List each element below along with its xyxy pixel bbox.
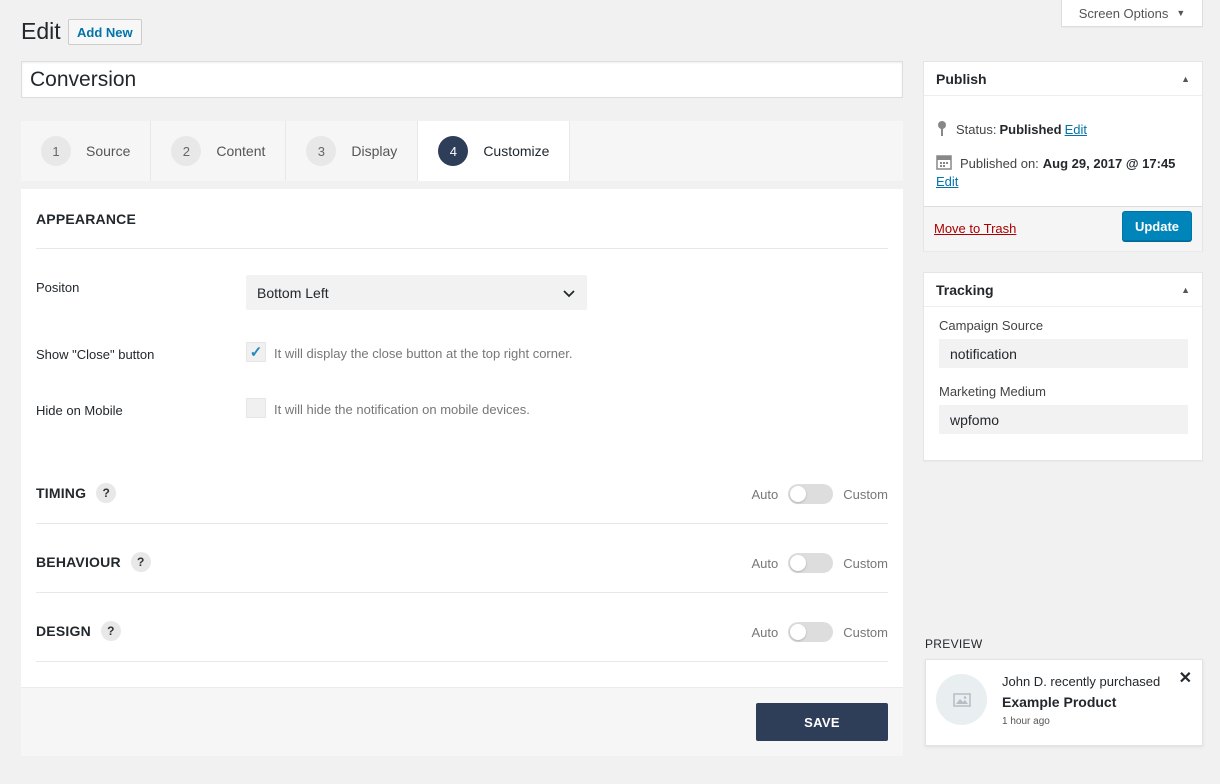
published-on-edit-link[interactable]: Edit — [936, 174, 958, 189]
toggle-custom-label: Custom — [843, 486, 888, 502]
behaviour-toggle-row: Auto Custom — [751, 553, 888, 573]
close-icon[interactable]: ✕ — [1179, 668, 1192, 688]
step-number: 2 — [171, 136, 202, 166]
calendar-icon — [936, 154, 952, 173]
add-new-button[interactable]: Add New — [68, 19, 142, 45]
status-edit-link[interactable]: Edit — [1065, 122, 1087, 137]
position-label: Positon — [36, 280, 80, 295]
position-select[interactable]: Bottom Left — [246, 275, 587, 310]
tab-display[interactable]: 3 Display — [286, 121, 419, 181]
marketing-medium-label: Marketing Medium — [939, 384, 1046, 399]
panel-footer: SAVE — [21, 687, 903, 756]
tab-label: Customize — [483, 143, 550, 159]
campaign-source-input[interactable]: notification — [939, 339, 1188, 368]
toggle-auto-label: Auto — [751, 555, 779, 571]
hide-mobile-label: Hide on Mobile — [36, 403, 123, 418]
pin-icon — [936, 120, 948, 139]
screen-options-button[interactable]: Screen Options ▼ — [1061, 0, 1203, 27]
show-close-checkbox[interactable]: ✓ — [246, 342, 266, 362]
step-number: 1 — [41, 136, 71, 166]
tracking-box-header[interactable]: Tracking ▲ — [924, 273, 1202, 307]
publish-title: Publish — [936, 70, 987, 87]
marketing-medium-input[interactable]: wpfomo — [939, 405, 1188, 434]
notification-line1: John D. recently purchased — [1002, 674, 1161, 689]
design-toggle[interactable] — [788, 622, 834, 642]
tab-label: Content — [216, 143, 266, 159]
divider — [36, 523, 888, 524]
triangle-up-icon[interactable]: ▲ — [1181, 74, 1190, 84]
status-row: Status: Published Edit — [936, 120, 1087, 139]
publish-box-header[interactable]: Publish ▲ — [924, 62, 1202, 96]
tab-label: Source — [86, 143, 131, 159]
published-on-value: Aug 29, 2017 @ 17:45 — [1042, 156, 1176, 171]
section-title: TIMING — [36, 485, 87, 501]
campaign-source-label: Campaign Source — [939, 318, 1044, 333]
hide-mobile-checkbox[interactable] — [246, 398, 266, 418]
tracking-box: Tracking ▲ Campaign Source notification … — [923, 272, 1203, 461]
toggle-knob — [790, 486, 807, 502]
move-to-trash-link[interactable]: Move to Trash — [934, 221, 1016, 236]
divider — [36, 592, 888, 593]
notification-preview: John D. recently purchased Example Produ… — [925, 659, 1203, 746]
publish-actions: Move to Trash Update — [924, 206, 1202, 251]
divider — [36, 661, 888, 662]
tracking-title: Tracking — [936, 281, 994, 298]
design-heading: DESIGN ? — [36, 621, 121, 641]
published-on-label: Published on: — [960, 156, 1039, 171]
status-value: Published — [999, 122, 1062, 137]
timing-heading: TIMING ? — [36, 483, 117, 503]
toggle-custom-label: Custom — [843, 624, 888, 640]
customize-panel: APPEARANCE Positon Bottom Left Show "Clo… — [21, 189, 903, 756]
tab-content[interactable]: 2 Content — [151, 121, 287, 181]
notification-product: Example Product — [1002, 694, 1117, 710]
post-title-input[interactable]: Conversion — [21, 61, 903, 98]
triangle-up-icon[interactable]: ▲ — [1181, 285, 1190, 295]
toggle-knob — [790, 555, 807, 571]
published-on-row: Published on: Aug 29, 2017 @ 17:45 — [936, 154, 1175, 173]
behaviour-heading: BEHAVIOUR ? — [36, 552, 151, 572]
close-button-label: Show "Close" button — [36, 347, 155, 362]
hide-mobile-description: It will hide the notification on mobile … — [274, 402, 530, 417]
check-icon: ✓ — [249, 344, 263, 361]
step-number: 3 — [306, 136, 337, 166]
toggle-auto-label: Auto — [751, 624, 779, 640]
screen-options-label: Screen Options — [1078, 5, 1169, 21]
behaviour-toggle[interactable] — [788, 553, 834, 573]
step-number: 4 — [438, 136, 469, 166]
section-title: BEHAVIOUR — [36, 554, 121, 570]
divider — [36, 248, 888, 249]
timing-toggle[interactable] — [788, 484, 834, 504]
timing-toggle-row: Auto Custom — [751, 484, 888, 504]
save-button[interactable]: SAVE — [756, 703, 888, 741]
tab-source[interactable]: 1 Source — [21, 121, 152, 181]
page-title: Edit — [21, 18, 61, 44]
chevron-down-icon — [563, 285, 575, 301]
help-icon[interactable]: ? — [96, 483, 117, 503]
help-icon[interactable]: ? — [100, 621, 121, 641]
preview-label: PREVIEW — [925, 637, 983, 651]
section-title: DESIGN — [36, 623, 91, 639]
position-select-value: Bottom Left — [257, 284, 329, 301]
step-tabs: 1 Source 2 Content 3 Display 4 Customize — [21, 121, 903, 181]
publish-box: Publish ▲ Status: Published Edit Publish… — [923, 61, 1203, 251]
close-button-description: It will display the close button at the … — [274, 346, 573, 361]
status-label: Status: — [956, 122, 997, 137]
caret-down-icon: ▼ — [1176, 8, 1186, 18]
help-icon[interactable]: ? — [130, 552, 151, 572]
tab-label: Display — [351, 143, 398, 159]
update-button[interactable]: Update — [1122, 211, 1192, 241]
toggle-custom-label: Custom — [843, 555, 888, 571]
notification-time: 1 hour ago — [1002, 716, 1050, 727]
toggle-auto-label: Auto — [751, 486, 779, 502]
design-toggle-row: Auto Custom — [751, 622, 888, 642]
appearance-heading: APPEARANCE — [36, 211, 137, 227]
image-placeholder-icon — [936, 674, 987, 725]
toggle-knob — [790, 624, 807, 640]
tab-customize[interactable]: 4 Customize — [418, 121, 571, 181]
